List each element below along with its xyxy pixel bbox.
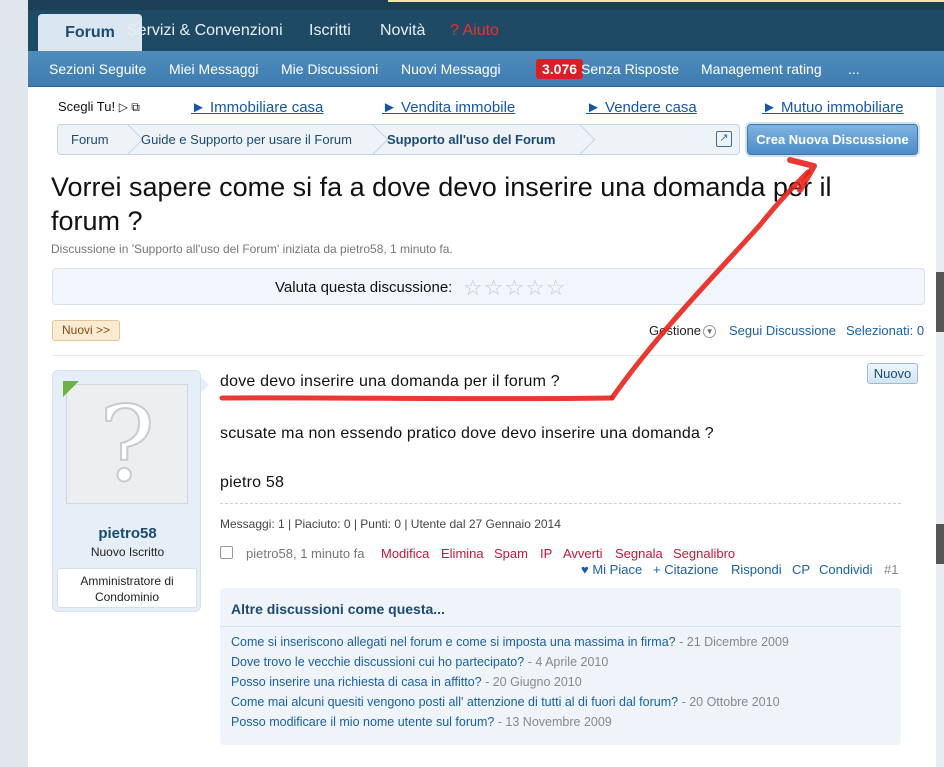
like-link[interactable]: ♥ Mi Piace [581, 562, 642, 577]
new-posts-button[interactable]: Nuovi >> [52, 320, 120, 341]
signature: pietro 58 [220, 474, 285, 491]
edit-link[interactable]: Modifica [381, 546, 429, 561]
similar-thread-link[interactable]: Posso inserire una richiesta di casa in … [231, 675, 482, 689]
online-indicator [63, 381, 79, 397]
rating-label: Valuta questa discussione: [275, 279, 453, 296]
page-left-margin [0, 0, 28, 767]
spam-link[interactable]: Spam [494, 546, 528, 561]
sub-navigation: Sezioni Seguite Miei Messaggi Mie Discus… [28, 51, 944, 87]
ad-label-text: Scegli Tu! [58, 99, 116, 114]
similar-thread-link[interactable]: Come si inseriscono allegati nel forum e… [231, 635, 676, 649]
new-messages-count-badge[interactable]: 3.076 [536, 59, 584, 79]
bookmark-link[interactable]: Segnalibro [673, 546, 735, 561]
breadcrumb: Forum Guide e Supporto per usare il Foru… [57, 124, 740, 155]
user-title: Nuovo Iscritto [90, 545, 165, 559]
chevron-down-icon: ▼ [703, 325, 717, 339]
post-user-stats: Messaggi: 1 | Piaciuto: 0 | Punti: 0 | U… [220, 517, 561, 531]
selected-count-link[interactable]: Selezionati: 0 [846, 323, 924, 338]
manage-dropdown[interactable]: Gestione ▼ [649, 323, 717, 339]
ip-link[interactable]: IP [540, 546, 552, 561]
subnav-senza-risposte[interactable]: Senza Risposte [581, 51, 679, 87]
signature-separator [220, 503, 901, 504]
list-item[interactable]: Come si inseriscono allegati nel forum e… [231, 635, 789, 649]
breadcrumb-supporto-uso-forum[interactable]: Supporto all'uso del Forum [387, 125, 555, 154]
similar-thread-link[interactable]: Posso modificare il mio nome utente sul … [231, 715, 494, 729]
scroll-thumb[interactable] [936, 272, 944, 332]
breadcrumb-forum[interactable]: Forum [71, 125, 109, 154]
ad-link-vendita-immobile[interactable]: ► Vendita immobile [382, 99, 515, 117]
ad-link-immobiliare-casa[interactable]: ► Immobiliare casa [191, 99, 323, 117]
user-banner: Amministratore di Condominio [57, 568, 197, 608]
similar-threads-box: Altre discussioni come questa... Come si… [220, 588, 901, 745]
user-card-arrow [201, 377, 209, 393]
divider [52, 355, 925, 356]
username-link[interactable]: pietro58 [53, 525, 202, 542]
similar-thread-link[interactable]: Dove trovo le vecchie discussioni cui ho… [231, 655, 524, 669]
list-item[interactable]: Come mai alcuni quesiti vengono posti al… [231, 695, 780, 709]
report-link[interactable]: Segnala [615, 546, 663, 561]
tab-servizi-convenzioni[interactable]: Servizi & Convenzioni [127, 10, 283, 51]
list-item[interactable]: Dove trovo le vecchie discussioni cui ho… [231, 655, 608, 669]
subnav-miei-messaggi[interactable]: Miei Messaggi [169, 51, 258, 87]
thread-meta: Discussione in 'Supporto all'uso del For… [51, 242, 453, 256]
share-link[interactable]: Condividi [819, 562, 872, 577]
new-post-tag: Nuovo [867, 363, 918, 384]
warn-link[interactable]: Avverti [563, 546, 603, 561]
subnav-more[interactable]: ... [848, 51, 860, 87]
breadcrumb-guide-supporto[interactable]: Guide e Supporto per usare il Forum [141, 125, 352, 154]
placeholder-avatar-icon: ? [98, 383, 156, 505]
post-number-link[interactable]: #1 [884, 562, 898, 577]
list-item[interactable]: Posso inserire una richiesta di casa in … [231, 675, 582, 689]
ad-link-vendere-casa[interactable]: ► Vendere casa [586, 99, 697, 117]
cp-link[interactable]: CP [792, 562, 810, 577]
tab-iscritti[interactable]: Iscritti [309, 10, 351, 51]
subnav-mie-discussioni[interactable]: Mie Discussioni [281, 51, 378, 87]
subnav-nuovi-messaggi[interactable]: Nuovi Messaggi [401, 51, 501, 87]
subnav-management-rating[interactable]: Management rating [701, 51, 822, 87]
ad-choices-icon[interactable]: ▷ ⧉ [119, 100, 140, 114]
breadcrumb-separator [118, 125, 134, 154]
ad-link-mutuo-immobiliare[interactable]: ► Mutuo immobiliare [762, 99, 904, 117]
similar-thread-link[interactable]: Come mai alcuni quesiti vengono posti al… [231, 695, 678, 709]
similar-threads-title: Altre discussioni come questa... [231, 601, 445, 617]
browser-top-strip [0, 0, 944, 10]
user-card: ? pietro58 Nuovo Iscritto Amministratore… [52, 370, 209, 612]
breadcrumb-separator [363, 125, 379, 154]
breadcrumb-separator [570, 125, 586, 154]
reply-link[interactable]: Rispondi [731, 562, 782, 577]
quote-link[interactable]: + Citazione [653, 562, 718, 577]
similar-thread-date: - 13 Novembre 2009 [497, 715, 612, 729]
rating-box: Valuta questa discussione: ☆☆☆☆☆ [52, 268, 925, 305]
scroll-thumb[interactable] [936, 524, 944, 564]
ad-label[interactable]: Scegli Tu! ▷ ⧉ [58, 99, 140, 117]
subnav-sezioni-seguite[interactable]: Sezioni Seguite [49, 51, 146, 87]
create-new-thread-button[interactable]: Crea Nuova Discussione [747, 124, 918, 155]
rating-stars[interactable]: ☆☆☆☆☆ [463, 275, 567, 301]
avatar[interactable]: ? [66, 384, 188, 504]
delete-link[interactable]: Elimina [441, 546, 484, 561]
right-scroll-rail[interactable] [936, 87, 944, 767]
main-navigation: Forum Servizi & Convenzioni Iscritti Nov… [28, 10, 944, 51]
similar-thread-date: - 4 Aprile 2010 [527, 655, 609, 669]
manage-label: Gestione [649, 323, 702, 338]
similar-thread-date: - 20 Ottobre 2010 [681, 695, 780, 709]
select-post-checkbox[interactable] [220, 546, 233, 559]
similar-thread-date: - 21 Dicembre 2009 [679, 635, 789, 649]
post-line: scusate ma non essendo pratico dove devo… [220, 425, 714, 442]
divider [220, 626, 901, 627]
notice-bar-edge [388, 0, 944, 2]
tab-aiuto[interactable]: ? Aiuto [450, 10, 499, 51]
post-author-time[interactable]: pietro58, 1 minuto fa [246, 546, 365, 561]
post-line: dove devo inserire una domanda per il fo… [220, 373, 560, 390]
tab-novita[interactable]: Novità [380, 10, 425, 51]
follow-thread-link[interactable]: Segui Discussione [729, 323, 836, 338]
list-item[interactable]: Posso modificare il mio nome utente sul … [231, 715, 612, 729]
jump-to-icon[interactable]: ↗ [716, 131, 732, 147]
thread-title: Vorrei sapere come si fa a dove devo ins… [51, 172, 832, 236]
similar-thread-date: - 20 Giugno 2010 [485, 675, 582, 689]
